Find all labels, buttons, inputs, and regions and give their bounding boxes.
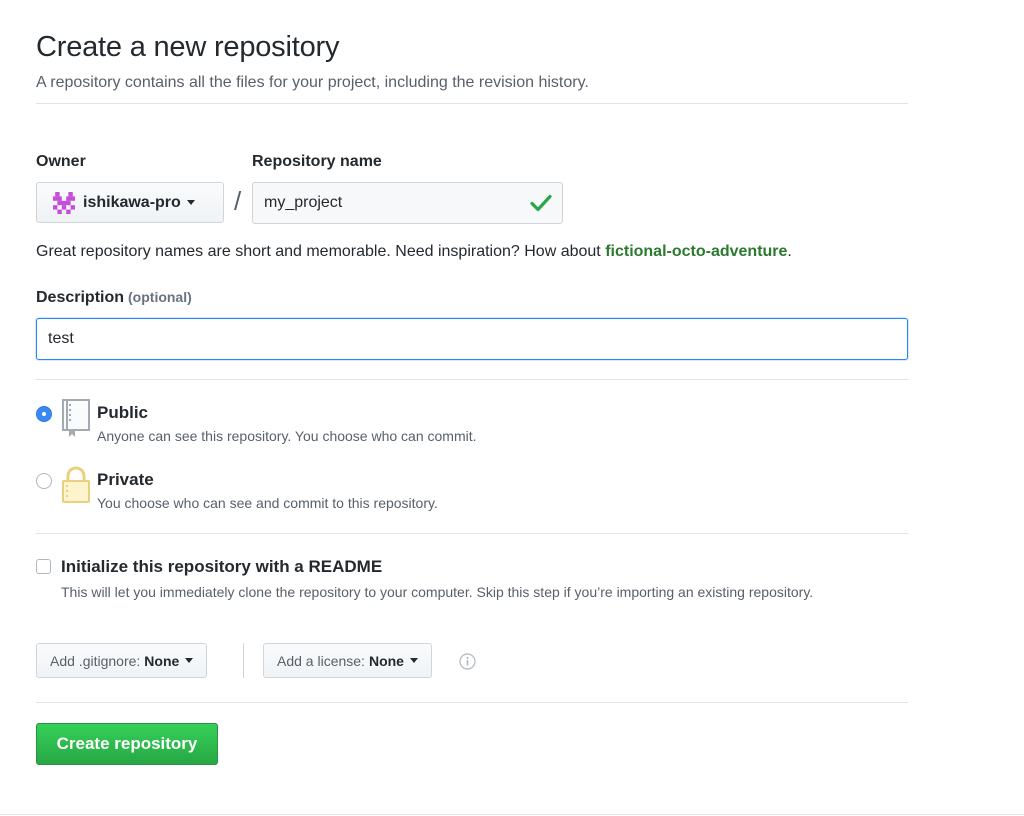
divider [36,533,908,534]
divider [36,379,908,380]
owner-select[interactable]: ishikawa-pro [36,182,224,223]
lock-icon [62,466,90,503]
hint-period: . [787,243,792,260]
owner-name: ishikawa-pro [83,193,181,211]
license-select[interactable]: Add a license: None [263,643,432,678]
private-description: You choose who can see and commit to thi… [97,495,438,511]
private-radio[interactable] [36,473,52,489]
create-repository-button[interactable]: Create repository [36,723,218,765]
identicon-avatar [53,191,75,214]
page-title: Create a new repository [36,31,340,63]
info-icon[interactable] [459,653,476,670]
divider [36,103,908,104]
suggested-name-link[interactable]: fictional-octo-adventure [605,243,787,260]
caret-down-icon [186,200,195,205]
readme-title: Initialize this repository with a README [61,557,383,576]
public-radio[interactable] [36,406,52,422]
repo-book-icon [62,399,90,437]
page-subtitle: A repository contains all the files for … [36,74,589,91]
license-label: Add a license: [277,652,365,669]
private-title: Private [97,470,154,489]
gitignore-label: Add .gitignore: [50,652,141,669]
optional-tag: (optional) [128,289,192,305]
public-description: Anyone can see this repository. You choo… [97,428,477,444]
caret-down-icon [409,658,418,663]
vertical-divider [243,643,244,678]
hint-text: Great repository names are short and mem… [36,243,606,260]
owner-repo-separator: / [234,186,242,216]
footer-divider [0,814,1024,815]
repo-name-input[interactable] [252,182,563,224]
public-title: Public [97,403,149,422]
caret-down-icon [185,658,194,663]
gitignore-value: None [144,652,180,669]
readme-checkbox[interactable] [36,559,51,574]
description-label: Description (optional) [36,289,192,307]
check-icon [530,194,552,212]
readme-description: This will let you immediately clone the … [61,584,814,600]
license-value: None [368,652,404,669]
gitignore-select[interactable]: Add .gitignore: None [36,643,208,678]
repo-name-label: Repository name [252,153,382,170]
description-label-text: Description [36,289,125,306]
description-input[interactable] [36,318,908,360]
owner-label: Owner [36,153,86,170]
divider [36,702,908,703]
repo-name-hint: Great repository names are short and mem… [36,243,792,261]
